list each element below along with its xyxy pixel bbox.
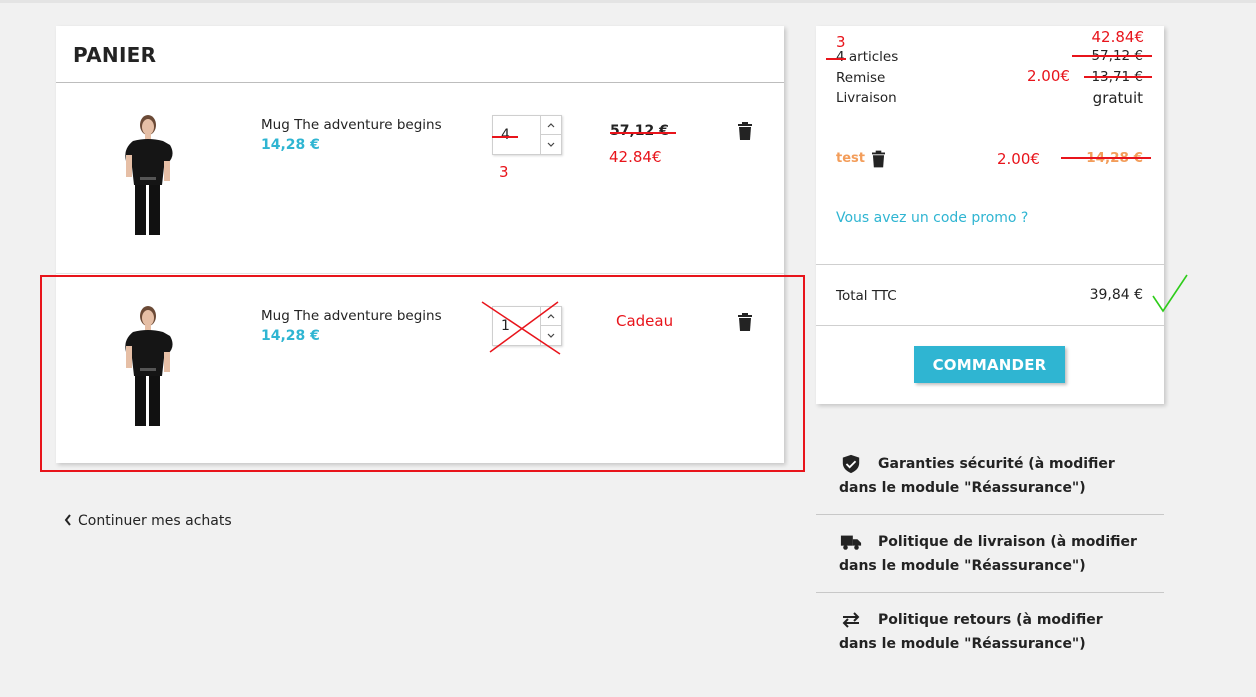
continue-shopping-link[interactable]: Continuer mes achats: [64, 513, 232, 529]
strike-annotation: [1072, 55, 1152, 57]
trash-icon[interactable]: [872, 150, 885, 168]
articles-label: 4 articles: [836, 49, 899, 65]
product-name[interactable]: Mug The adventure begins: [261, 117, 442, 133]
reassurance-text: Garanties sécurité (à modifier dans le m…: [839, 456, 1115, 496]
reassurance-text: Politique de livraison (à modifier dans …: [839, 534, 1137, 574]
line-total: 57,12 €: [610, 123, 669, 139]
total-label: Total TTC: [836, 288, 897, 304]
reassurance-text: Politique retours (à modifier dans le mo…: [839, 612, 1103, 652]
reassurance-divider: [816, 592, 1164, 593]
shipping-value: gratuit: [1092, 89, 1143, 107]
shipping-label: Livraison: [836, 90, 897, 106]
top-border: [0, 0, 1256, 3]
summary-divider: [816, 264, 1164, 265]
chevron-down-icon: [547, 142, 555, 147]
quantity-stepper[interactable]: 4: [492, 115, 562, 155]
trash-icon[interactable]: [738, 122, 752, 140]
quantity-decrease-button[interactable]: [541, 135, 561, 154]
checkout-button[interactable]: COMMANDER: [914, 346, 1065, 383]
reassurance-item: Politique de livraison (à modifier dans …: [816, 530, 1164, 590]
cart-item: Mug The adventure begins 14,28 € 4 3 57,…: [56, 83, 784, 273]
articles-value-annotation: 42.84€: [1091, 28, 1145, 46]
continue-shopping-label: Continuer mes achats: [78, 513, 232, 529]
total-value: 39,84 €: [1089, 287, 1143, 303]
strike-annotation: [1061, 157, 1151, 159]
product-image[interactable]: [86, 111, 211, 239]
reassurance-item: Politique retours (à modifier dans le mo…: [816, 608, 1164, 668]
highlight-annotation: [40, 275, 805, 472]
strike-annotation: [610, 132, 676, 134]
cart-summary: 4 articles 57,12 € Remise 13,71 € Livrai…: [816, 26, 1164, 404]
discount-value-annotation: 2.00€: [1027, 67, 1070, 85]
product-price: 14,28 €: [261, 137, 320, 153]
voucher-value-annotation: 2.00€: [997, 150, 1040, 168]
quantity-increase-button[interactable]: [541, 116, 561, 135]
strike-annotation: [826, 58, 846, 60]
quantity-buttons: [540, 116, 561, 154]
line-total-annotation: 42.84€: [609, 148, 662, 166]
checkmark-annotation: [1152, 274, 1188, 313]
voucher-name: test: [836, 151, 865, 166]
reassurance-item: Garanties sécurité (à modifier dans le m…: [816, 452, 1164, 512]
page-title: PANIER: [73, 43, 157, 67]
articles-count-annotation: 3: [836, 33, 846, 51]
promo-code-link[interactable]: Vous avez un code promo ?: [836, 210, 1028, 226]
reassurance-divider: [816, 514, 1164, 515]
strike-annotation: [492, 136, 518, 138]
chevron-up-icon: [547, 123, 555, 128]
strike-annotation: [1084, 76, 1152, 78]
quantity-input[interactable]: 4: [501, 127, 510, 143]
summary-divider: [816, 325, 1164, 326]
chevron-left-icon: [64, 514, 71, 526]
quantity-annotation: 3: [499, 163, 509, 181]
discount-label: Remise: [836, 70, 886, 86]
